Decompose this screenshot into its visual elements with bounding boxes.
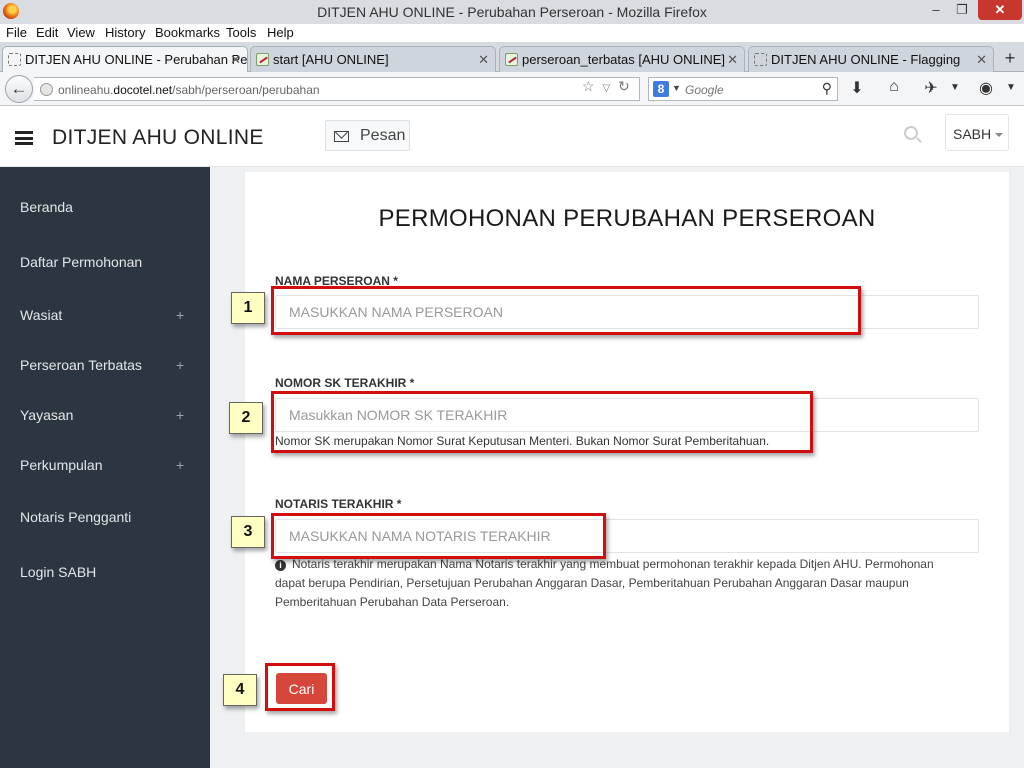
navigation-bar: ← onlineahu.docotel.net/sabh/perseroan/p… [0, 72, 1024, 106]
pesan-label: Pesan [360, 127, 406, 144]
sidebar-item-perseroan-terbatas[interactable]: Perseroan Terbatas [20, 357, 142, 373]
highlight-box-4 [265, 663, 335, 711]
step-badge-3: 3 [231, 516, 265, 548]
url-actions: ☆ ▽ ↻ [582, 78, 630, 95]
url-bar[interactable]: onlineahu.docotel.net/sabh/perseroan/per… [34, 77, 640, 101]
expand-plus-icon[interactable]: + [176, 457, 184, 473]
sidebar-item-daftar-permohonan[interactable]: Daftar Permohonan [20, 254, 142, 270]
hamburger-menu-icon[interactable] [15, 131, 33, 145]
highlight-box-1 [271, 286, 861, 335]
menu-view[interactable]: View [67, 25, 95, 40]
menu-history[interactable]: History [105, 25, 145, 40]
dropdown-caret-icon[interactable]: ▼ [672, 83, 681, 93]
tab-label: perseroan_terbatas [AHU ONLINE] [522, 52, 726, 67]
wiki-icon [256, 53, 269, 66]
step-badge-1: 1 [231, 292, 265, 324]
highlight-box-2 [271, 391, 813, 453]
sidebar-item-perkumpulan[interactable]: Perkumpulan [20, 457, 103, 473]
search-icon[interactable] [904, 126, 918, 140]
tab-close-icon[interactable]: ✕ [976, 52, 987, 68]
step-badge-4: 4 [223, 674, 257, 706]
notaris-help-text: Notaris terakhir merupakan Nama Notaris … [275, 557, 934, 609]
url-path: /sabh/perseroan/perubahan [172, 83, 320, 97]
google-icon[interactable]: 8 [653, 81, 669, 97]
url-prefix: onlineahu. [58, 83, 114, 97]
notaris-help: i Notaris terakhir merupakan Nama Notaris… [275, 555, 965, 612]
addon-icon[interactable]: ✈ [920, 78, 942, 98]
info-icon: i [275, 560, 286, 571]
expand-plus-icon[interactable]: + [176, 307, 184, 323]
expand-plus-icon[interactable]: + [176, 407, 184, 423]
menu-edit[interactable]: Edit [36, 25, 58, 40]
nomor-sk-label: NOMOR SK TERAKHIR * [275, 376, 415, 390]
wiki-icon [505, 53, 518, 66]
brand-title: DITJEN AHU ONLINE [52, 126, 264, 149]
caret-down-icon [995, 133, 1003, 137]
minimize-button[interactable]: – [926, 0, 946, 20]
url-dropdown-icon[interactable]: ▽ [602, 83, 610, 94]
tab-close-icon[interactable]: ✕ [478, 52, 489, 68]
tab-close-icon[interactable]: ✕ [230, 52, 241, 68]
menu-bar: File Edit View History Bookmarks Tools H… [0, 24, 420, 42]
sidebar-item-wasiat[interactable]: Wasiat [20, 307, 62, 323]
tab-start[interactable]: start [AHU ONLINE] ✕ [250, 46, 496, 72]
addon-dropdown-icon[interactable]: ▼ [944, 82, 966, 93]
tab-bar: DITJEN AHU ONLINE - Perubahan Pe... ✕ st… [0, 42, 1024, 73]
pesan-button[interactable]: Pesan [325, 120, 410, 151]
notaris-label: NOTARIS TERAKHIR * [275, 497, 402, 511]
search-placeholder: Google [685, 83, 724, 97]
new-tab-button[interactable]: + [998, 46, 1022, 72]
envelope-icon [334, 131, 349, 142]
back-arrow-icon: ← [10, 79, 28, 98]
sidebar-item-login-sabh[interactable]: Login SABH [20, 564, 96, 580]
sidebar: Beranda Daftar Permohonan Wasiat + Perse… [0, 167, 210, 768]
menu-tools[interactable]: Tools [226, 25, 256, 40]
highlight-box-3 [271, 513, 606, 559]
sidebar-item-yayasan[interactable]: Yayasan [20, 407, 73, 423]
tab-label: start [AHU ONLINE] [273, 52, 389, 67]
back-button[interactable]: ← [5, 75, 33, 103]
sidebar-item-beranda[interactable]: Beranda [20, 199, 73, 215]
menu-help[interactable]: Help [267, 25, 294, 40]
search-go-icon[interactable]: ⚲ [822, 80, 832, 97]
reload-icon[interactable]: ↻ [618, 78, 630, 94]
page-title: PERMOHONAN PERUBAHAN PERSEROAN [378, 205, 876, 232]
home-icon[interactable]: ⌂ [883, 78, 905, 96]
downloads-icon[interactable]: ⬇ [846, 78, 868, 98]
close-window-button[interactable]: ✕ [978, 0, 1022, 20]
extension-icon[interactable]: ◉ [975, 78, 997, 98]
tab-close-icon[interactable]: ✕ [727, 52, 738, 68]
menu-bookmarks[interactable]: Bookmarks [155, 25, 220, 40]
tab-label: DITJEN AHU ONLINE - Perubahan Pe... [25, 52, 248, 67]
menu-dropdown-icon[interactable]: ▼ [1000, 82, 1022, 93]
tab-perubahan-perseroan[interactable]: DITJEN AHU ONLINE - Perubahan Pe... ✕ [2, 46, 248, 73]
browser-search-box[interactable]: 8 ▼ Google ⚲ [648, 77, 838, 101]
blank-page-icon [8, 53, 21, 66]
sidebar-item-notaris-pengganti[interactable]: Notaris Pengganti [20, 509, 131, 525]
maximize-button[interactable]: ❐ [952, 0, 972, 20]
bookmark-star-icon[interactable]: ☆ [582, 78, 595, 94]
user-label: SABH [953, 126, 992, 142]
app-header: DITJEN AHU ONLINE Pesan [0, 106, 1024, 167]
blank-page-icon [754, 53, 767, 66]
url-domain: docotel.net [113, 83, 173, 97]
tab-label: DITJEN AHU ONLINE - Flagging [771, 52, 961, 67]
globe-icon [40, 83, 53, 96]
window-titlebar: DITJEN AHU ONLINE - Perubahan Perseroan … [0, 0, 1024, 24]
menu-file[interactable]: File [6, 25, 27, 40]
tab-flagging[interactable]: DITJEN AHU ONLINE - Flagging ✕ [748, 46, 994, 72]
expand-plus-icon[interactable]: + [176, 357, 184, 373]
tab-perseroan-terbatas[interactable]: perseroan_terbatas [AHU ONLINE] ✕ [499, 46, 745, 72]
user-menu[interactable]: SABH [945, 114, 1009, 151]
step-badge-2: 2 [229, 402, 263, 434]
window-title: DITJEN AHU ONLINE - Perubahan Perseroan … [317, 4, 707, 20]
